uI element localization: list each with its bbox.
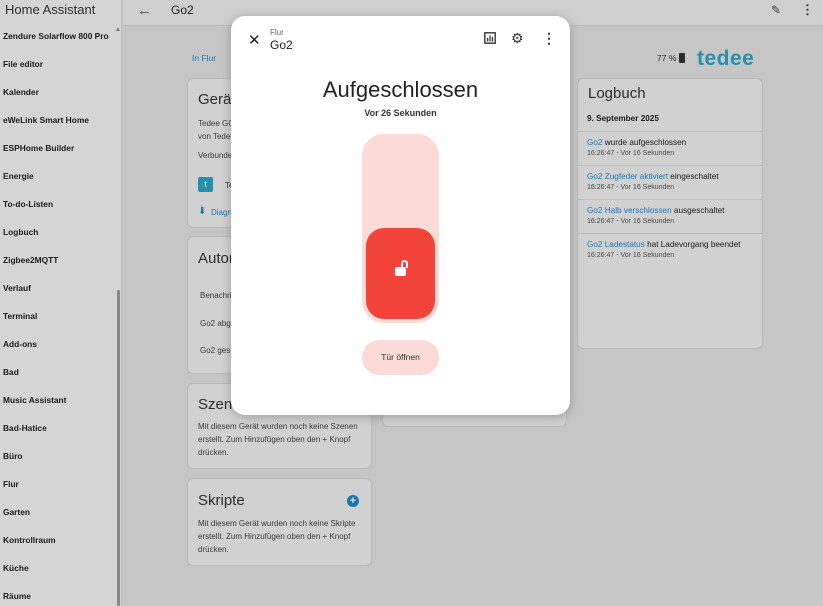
dialog-entity-name: Go2 bbox=[270, 38, 293, 52]
lock-state: Aufgeschlossen bbox=[322, 77, 479, 102]
dialog-area-label: Flur bbox=[270, 28, 284, 37]
lock-toggle-slider[interactable] bbox=[362, 134, 439, 323]
open-door-button[interactable]: Tür öffnen bbox=[362, 340, 439, 375]
lock-body-icon bbox=[395, 267, 406, 276]
gear-icon[interactable]: ⚙ bbox=[511, 30, 524, 47]
lock-toggle-knob[interactable] bbox=[366, 228, 435, 319]
state-since: Vor 26 Sekunden bbox=[364, 108, 437, 118]
more-info-dialog: ✕ Flur Go2 ⚙ ⋮ Aufgeschlossen Vor 26 Sek… bbox=[231, 16, 570, 415]
close-icon[interactable]: ✕ bbox=[248, 31, 261, 49]
chart-icon[interactable] bbox=[484, 32, 496, 47]
more-vert-icon[interactable]: ⋮ bbox=[542, 30, 556, 47]
